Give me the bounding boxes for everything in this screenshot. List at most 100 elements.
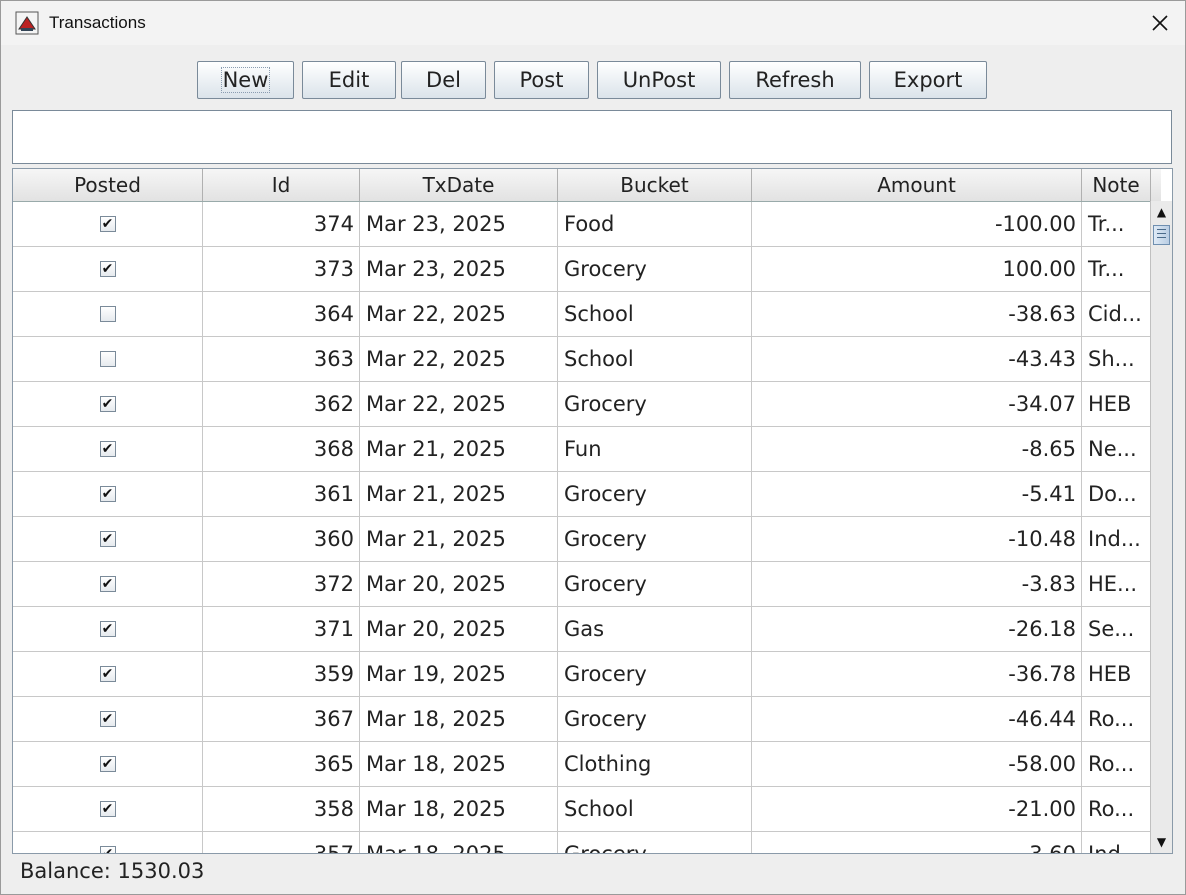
cell-txdate[interactable]: Mar 21, 2025 [360, 427, 558, 471]
table-row[interactable]: ✔ 360 Mar 21, 2025 Grocery -10.48 Ind... [13, 517, 1151, 562]
cell-txdate[interactable]: Mar 22, 2025 [360, 382, 558, 426]
export-button[interactable]: Export [869, 61, 987, 99]
unpost-button[interactable]: UnPost [597, 61, 721, 99]
table-row[interactable]: ✔ 367 Mar 18, 2025 Grocery -46.44 Ro... [13, 697, 1151, 742]
checked-checkbox-icon[interactable]: ✔ [99, 216, 116, 232]
cell-amount[interactable]: -21.00 [752, 787, 1082, 831]
cell-bucket[interactable]: Grocery [558, 517, 752, 561]
cell-txdate[interactable]: Mar 18, 2025 [360, 742, 558, 786]
cell-txdate[interactable]: Mar 23, 2025 [360, 202, 558, 246]
cell-bucket[interactable]: Grocery [558, 472, 752, 516]
cell-note[interactable]: Cid... [1082, 292, 1151, 336]
cell-id[interactable]: 373 [203, 247, 360, 291]
column-header-note[interactable]: Note [1082, 169, 1151, 201]
cell-id[interactable]: 367 [203, 697, 360, 741]
refresh-button[interactable]: Refresh [729, 61, 861, 99]
checked-checkbox-icon[interactable]: ✔ [99, 396, 116, 412]
cell-amount[interactable]: -3.83 [752, 562, 1082, 606]
cell-id[interactable]: 372 [203, 562, 360, 606]
table-row[interactable]: ✔ 361 Mar 21, 2025 Grocery -5.41 Do... [13, 472, 1151, 517]
title-bar[interactable]: Transactions [1, 1, 1185, 45]
cell-id[interactable]: 368 [203, 427, 360, 471]
cell-id[interactable]: 357 [203, 832, 360, 853]
cell-txdate[interactable]: Mar 18, 2025 [360, 832, 558, 853]
cell-note[interactable]: Do... [1082, 472, 1151, 516]
new-button[interactable]: New [197, 61, 294, 99]
table-row[interactable]: 363 Mar 22, 2025 School -43.43 Sh... [13, 337, 1151, 382]
checked-checkbox-icon[interactable]: ✔ [99, 261, 116, 277]
cell-id[interactable]: 358 [203, 787, 360, 831]
cell-txdate[interactable]: Mar 22, 2025 [360, 292, 558, 336]
column-header-amount[interactable]: Amount [752, 169, 1082, 201]
column-header-bucket[interactable]: Bucket [558, 169, 752, 201]
cell-note[interactable]: Ro... [1082, 742, 1151, 786]
post-button[interactable]: Post [494, 61, 589, 99]
cell-bucket[interactable]: Grocery [558, 562, 752, 606]
cell-id[interactable]: 374 [203, 202, 360, 246]
column-header-id[interactable]: Id [203, 169, 360, 201]
cell-txdate[interactable]: Mar 21, 2025 [360, 517, 558, 561]
cell-amount[interactable]: -58.00 [752, 742, 1082, 786]
cell-bucket[interactable]: Gas [558, 607, 752, 651]
checked-checkbox-icon[interactable]: ✔ [99, 486, 116, 502]
checked-checkbox-icon[interactable]: ✔ [99, 846, 116, 853]
table-row[interactable]: ✔ 371 Mar 20, 2025 Gas -26.18 Se... [13, 607, 1151, 652]
table-row[interactable]: ✔ 365 Mar 18, 2025 Clothing -58.00 Ro... [13, 742, 1151, 787]
cell-id[interactable]: 364 [203, 292, 360, 336]
cell-bucket[interactable]: School [558, 292, 752, 336]
cell-amount[interactable]: -8.65 [752, 427, 1082, 471]
cell-bucket[interactable]: Grocery [558, 832, 752, 853]
checked-checkbox-icon[interactable]: ✔ [99, 531, 116, 547]
vertical-scrollbar[interactable]: ▲ ▼ [1150, 201, 1172, 853]
scrollbar-thumb[interactable] [1153, 225, 1170, 245]
edit-button[interactable]: Edit [302, 61, 396, 99]
cell-id[interactable]: 365 [203, 742, 360, 786]
cell-note[interactable]: Ind... [1082, 517, 1151, 561]
checked-checkbox-icon[interactable]: ✔ [99, 666, 116, 682]
cell-note[interactable]: HEB [1082, 382, 1151, 426]
cell-bucket[interactable]: Grocery [558, 247, 752, 291]
cell-txdate[interactable]: Mar 22, 2025 [360, 337, 558, 381]
column-header-posted[interactable]: Posted [13, 169, 203, 201]
cell-bucket[interactable]: Grocery [558, 697, 752, 741]
cell-txdate[interactable]: Mar 23, 2025 [360, 247, 558, 291]
cell-bucket[interactable]: Grocery [558, 382, 752, 426]
checked-checkbox-icon[interactable]: ✔ [99, 801, 116, 817]
cell-note[interactable]: Tr... [1082, 202, 1151, 246]
scroll-up-arrow-icon[interactable]: ▲ [1151, 203, 1172, 221]
checked-checkbox-icon[interactable]: ✔ [99, 441, 116, 457]
cell-amount[interactable]: -36.78 [752, 652, 1082, 696]
cell-amount[interactable]: -3.60 [752, 832, 1082, 853]
cell-amount[interactable]: -5.41 [752, 472, 1082, 516]
cell-id[interactable]: 362 [203, 382, 360, 426]
table-row[interactable]: ✔ 359 Mar 19, 2025 Grocery -36.78 HEB [13, 652, 1151, 697]
cell-bucket[interactable]: Grocery [558, 652, 752, 696]
cell-bucket[interactable]: School [558, 787, 752, 831]
unchecked-checkbox-icon[interactable] [99, 306, 116, 322]
cell-amount[interactable]: -38.63 [752, 292, 1082, 336]
checked-checkbox-icon[interactable]: ✔ [99, 756, 116, 772]
table-row[interactable]: ✔ 372 Mar 20, 2025 Grocery -3.83 HE... [13, 562, 1151, 607]
cell-txdate[interactable]: Mar 20, 2025 [360, 562, 558, 606]
filter-input[interactable] [12, 110, 1172, 164]
cell-note[interactable]: Ind... [1082, 832, 1151, 853]
cell-amount[interactable]: -10.48 [752, 517, 1082, 561]
cell-note[interactable]: HE... [1082, 562, 1151, 606]
cell-amount[interactable]: -26.18 [752, 607, 1082, 651]
table-row[interactable]: ✔ 362 Mar 22, 2025 Grocery -34.07 HEB [13, 382, 1151, 427]
cell-amount[interactable]: -46.44 [752, 697, 1082, 741]
scroll-down-arrow-icon[interactable]: ▼ [1151, 833, 1172, 851]
cell-note[interactable]: Ne... [1082, 427, 1151, 471]
cell-note[interactable]: Se... [1082, 607, 1151, 651]
table-row[interactable]: ✔ 368 Mar 21, 2025 Fun -8.65 Ne... [13, 427, 1151, 472]
cell-note[interactable]: Tr... [1082, 247, 1151, 291]
cell-note[interactable]: HEB [1082, 652, 1151, 696]
cell-amount[interactable]: -43.43 [752, 337, 1082, 381]
cell-amount[interactable]: -100.00 [752, 202, 1082, 246]
checked-checkbox-icon[interactable]: ✔ [99, 576, 116, 592]
cell-txdate[interactable]: Mar 21, 2025 [360, 472, 558, 516]
cell-id[interactable]: 371 [203, 607, 360, 651]
cell-note[interactable]: Ro... [1082, 787, 1151, 831]
close-button[interactable] [1135, 1, 1185, 45]
cell-bucket[interactable]: Clothing [558, 742, 752, 786]
